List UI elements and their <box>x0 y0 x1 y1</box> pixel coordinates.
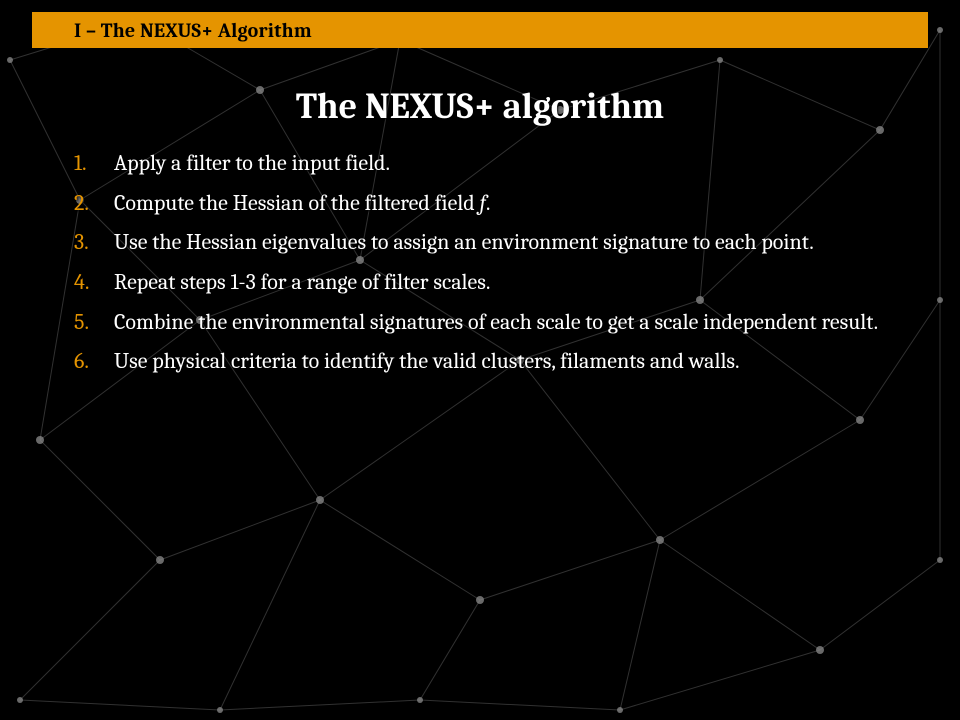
step-6: Use physical criteria to identify the va… <box>108 347 882 377</box>
section-header: I – The NEXUS+ Algorithm <box>32 12 928 48</box>
step-text: Apply a filter to the input field. <box>114 150 390 176</box>
step-3: Use the Hessian eigenvalues to assign an… <box>108 228 882 258</box>
step-4: Repeat steps 1-3 for a range of filter s… <box>108 268 882 298</box>
step-1: Apply a filter to the input field. <box>108 149 882 179</box>
step-text: Use physical criteria to identify the va… <box>114 348 740 374</box>
section-label: I – The NEXUS+ Algorithm <box>74 19 312 42</box>
step-text: Use the Hessian eigenvalues to assign an… <box>114 229 814 255</box>
slide-title: The NEXUS+ algorithm <box>60 86 900 127</box>
step-after: . <box>486 190 491 216</box>
step-2: Compute the Hessian of the filtered fiel… <box>108 189 882 219</box>
step-text: Combine the environmental signatures of … <box>114 309 878 335</box>
algorithm-steps: Apply a filter to the input field. Compu… <box>60 149 900 377</box>
slide-content: The NEXUS+ algorithm Apply a filter to t… <box>60 78 900 387</box>
step-text: Compute the Hessian of the filtered fiel… <box>114 190 480 216</box>
step-text: Repeat steps 1-3 for a range of filter s… <box>114 269 490 295</box>
slide: I – The NEXUS+ Algorithm The NEXUS+ algo… <box>0 0 960 720</box>
step-5: Combine the environmental signatures of … <box>108 308 882 338</box>
